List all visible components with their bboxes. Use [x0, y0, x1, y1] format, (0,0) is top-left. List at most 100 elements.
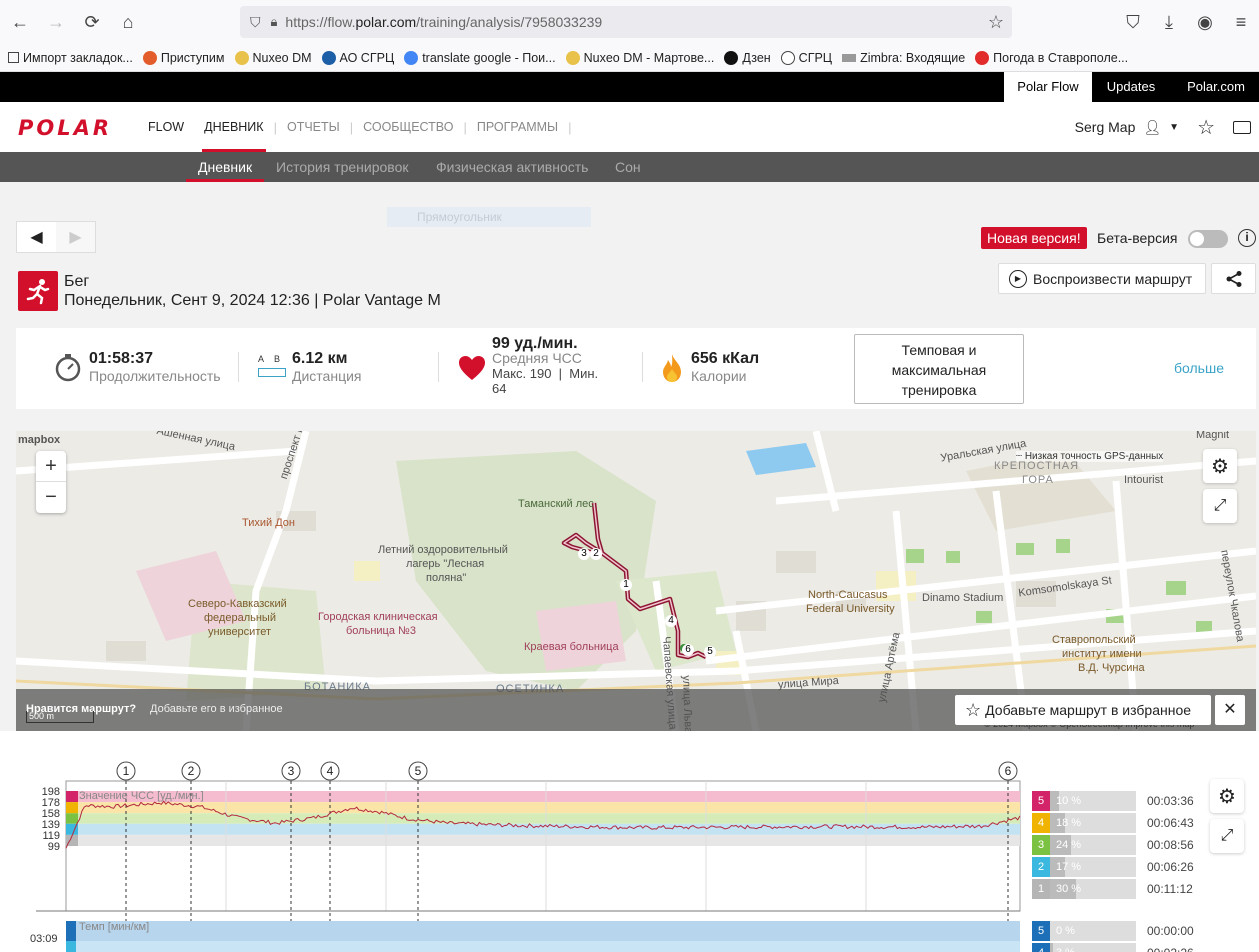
pace-tick: 03:09	[30, 933, 58, 945]
subnav-activity[interactable]: Физическая активность	[436, 152, 588, 182]
training-benefit-box[interactable]: Темповая и максимальная тренировка	[854, 334, 1024, 404]
pace-band	[66, 941, 1020, 952]
user-name[interactable]: Serg Map	[1075, 119, 1136, 135]
charts-section: 198 178 158 139 119 99 1 2 3 4 5 6 Значение ЧСС [уд…	[0, 731, 1259, 952]
top-link-polar-com[interactable]: Polar.com	[1176, 72, 1256, 102]
url-text: https://flow.polar.com/training/analysis…	[285, 14, 603, 30]
bookmark-star-icon[interactable]: ☆	[988, 12, 1004, 33]
add-to-favorites-button[interactable]: ☆ Добавьте маршрут в избранное	[955, 695, 1211, 725]
chart-fullscreen-button[interactable]: ⤢	[1210, 819, 1244, 853]
lap-marker-label: 3	[288, 764, 295, 778]
prev-session-button[interactable]: ◀	[17, 222, 56, 252]
top-links-bar: Polar Flow Updates Polar.com	[0, 72, 1259, 102]
map-label: Intourist	[1124, 474, 1164, 486]
nuxeo-icon	[565, 50, 580, 65]
pocket-icon[interactable]: ⛉	[1115, 4, 1151, 40]
map-label: больница №3	[346, 625, 416, 637]
nav-community[interactable]: СООБЩЕСТВО	[353, 102, 463, 152]
bookmark-item[interactable]: Nuxeo DM - Мартове...	[565, 50, 714, 65]
zone4-band	[78, 802, 1020, 814]
browser-toolbar: ← → ⟳ ⌂ ⛉ 🔒︎ https://flow.polar.com/trai…	[0, 0, 1259, 44]
top-link-updates[interactable]: Updates	[1096, 72, 1166, 102]
more-link[interactable]: больше	[1174, 360, 1224, 376]
nav-reports[interactable]: ОТЧЕТЫ	[277, 102, 350, 152]
nav-programs[interactable]: ПРОГРАММЫ	[467, 102, 568, 152]
map-fullscreen-button[interactable]: ⤢	[1203, 489, 1237, 523]
ab-label: A B	[258, 354, 281, 364]
divider	[238, 352, 239, 382]
map-label: Краевая больница	[524, 641, 619, 653]
zone-row: 5 10 %	[1032, 791, 1136, 811]
zoom-controls: + −	[36, 451, 66, 513]
bookmark-item[interactable]: Импорт закладок...	[8, 51, 133, 65]
forward-icon[interactable]: →	[38, 4, 74, 40]
route-marker: 1	[620, 579, 632, 591]
bookmark-item[interactable]: Приступим	[142, 50, 225, 65]
map-label: Magnit	[1196, 431, 1230, 441]
nav-separator: |	[568, 119, 572, 135]
route-map[interactable]: mapbox + − ┈ Низкая точность GPS-данных …	[16, 431, 1256, 731]
nav-flow[interactable]: FLOW	[148, 102, 194, 152]
bookmark-item[interactable]: translate google - Пои...	[404, 50, 556, 65]
zoom-in-button[interactable]: +	[36, 451, 66, 482]
mapbox-logo: mapbox	[18, 434, 61, 446]
subnav-sleep[interactable]: Сон	[615, 152, 641, 182]
zone-number: 5	[1032, 791, 1050, 811]
map-settings-button[interactable]: ⚙	[1203, 449, 1237, 483]
map-label: Ставропольский	[1052, 634, 1136, 646]
beta-toggle[interactable]	[1188, 230, 1228, 248]
account-icon[interactable]: ◉	[1187, 4, 1223, 40]
home-icon[interactable]: ⌂	[110, 4, 146, 40]
chevron-down-icon[interactable]: ▼	[1169, 122, 1179, 133]
zone-number: 4	[1032, 813, 1050, 833]
lock-icon: 🔒︎	[270, 14, 278, 29]
replay-route-label: Воспроизвести маршрут	[1033, 270, 1193, 287]
map-label: Таманский лес	[518, 498, 594, 510]
zoom-out-button[interactable]: −	[36, 482, 66, 513]
bookmark-item[interactable]: Погода в Ставрополе...	[975, 50, 1128, 65]
chat-icon[interactable]	[1233, 120, 1251, 134]
zone-number: 5	[1032, 921, 1050, 941]
user-area: Serg Map 👤︎ ▼ ☆	[1075, 102, 1251, 152]
nav-diary[interactable]: ДНЕВНИК	[194, 102, 273, 152]
user-icon[interactable]: 👤︎	[1143, 119, 1161, 136]
bookmark-item[interactable]: Nuxeo DM	[234, 50, 312, 65]
subnav-diary[interactable]: Дневник	[185, 152, 265, 182]
zone-time: 00:03:36	[1147, 794, 1194, 808]
map-label: В.Д. Чурсина	[1078, 662, 1145, 674]
top-link-polar-flow[interactable]: Polar Flow	[1004, 72, 1092, 102]
bookmark-item[interactable]: Zimbra: Входящие	[842, 51, 965, 65]
bookmark-item[interactable]: Дзен	[724, 50, 771, 65]
download-icon[interactable]: ⤓	[1151, 4, 1187, 40]
reload-icon[interactable]: ⟳	[74, 4, 110, 40]
map-scale: 500 m	[26, 711, 94, 723]
address-bar[interactable]: ⛉ 🔒︎ https://flow.polar.com/training/ana…	[240, 6, 1012, 38]
main-header: POLAR FLOW ДНЕВНИК | ОТЧЕТЫ | СООБЩЕСТВО…	[0, 102, 1259, 152]
favorites-star-icon[interactable]: ☆	[1197, 115, 1215, 140]
close-banner-button[interactable]: ✕	[1215, 695, 1245, 725]
zone-row: 3 24 %	[1032, 835, 1136, 855]
zone-percent: 10 %	[1056, 795, 1082, 807]
menu-icon[interactable]: ≡	[1223, 4, 1259, 40]
lap-marker-label: 6	[1005, 764, 1012, 778]
chart-settings-button[interactable]: ⚙	[1210, 779, 1244, 813]
polar-logo[interactable]: POLAR	[18, 116, 112, 140]
map-label: Federal University	[806, 603, 895, 615]
nuxeo-icon	[234, 50, 249, 65]
bookmark-item[interactable]: СГРЦ	[780, 50, 832, 65]
back-icon[interactable]: ←	[2, 4, 38, 40]
zone-time: 00:11:12	[1147, 882, 1193, 896]
expand-icon: ⤢	[1220, 827, 1234, 844]
zone-number: 2	[1032, 857, 1050, 877]
zone-row: 2 17 %	[1032, 857, 1136, 877]
share-button[interactable]	[1211, 263, 1256, 294]
zone-color-tab	[66, 941, 76, 952]
avg-hr-value: 99 уд./мин.	[492, 335, 578, 352]
map-label: университет	[208, 626, 272, 638]
subnav-training-history[interactable]: История тренировок	[276, 152, 408, 182]
next-session-button[interactable]: ▶	[56, 222, 95, 252]
info-icon[interactable]: i	[1238, 229, 1256, 247]
bookmark-item[interactable]: АО СГРЦ	[321, 50, 394, 65]
add-to-favorites-label: Добавьте маршрут в избранное	[985, 702, 1192, 718]
replay-route-button[interactable]: ▶ Воспроизвести маршрут	[998, 263, 1206, 294]
